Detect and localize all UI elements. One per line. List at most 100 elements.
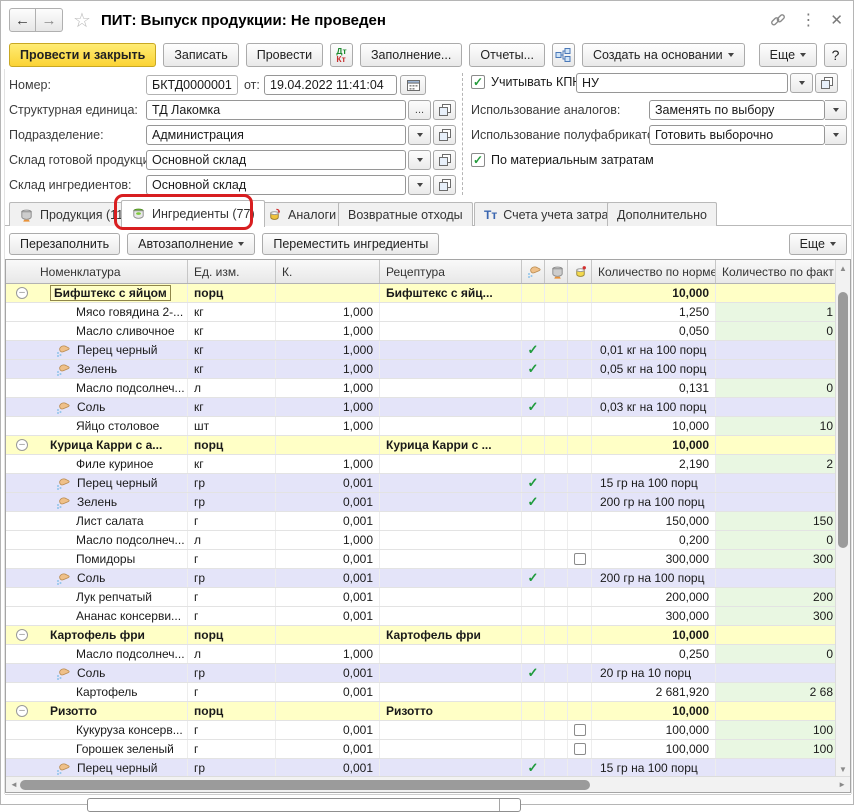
norm-qty-cell[interactable]: 300,000 [592, 607, 716, 625]
fact-qty-cell[interactable] [716, 569, 836, 587]
recipe-cell[interactable] [380, 607, 522, 625]
nomenclature-cell[interactable]: Масло сливочное [6, 322, 188, 340]
scroll-down-icon[interactable]: ▼ [839, 765, 847, 774]
ingredient-flag-cell[interactable] [568, 417, 592, 435]
norm-qty-cell[interactable]: 10,000 [592, 284, 716, 302]
norm-qty-cell[interactable]: 10,000 [592, 702, 716, 720]
ingredient-flag-cell[interactable] [568, 683, 592, 701]
ingredient-flag-cell[interactable] [568, 398, 592, 416]
ingredient-row[interactable]: Зеленьгр0,001✓200 гр на 100 порц [6, 493, 836, 512]
recipe-cell[interactable] [380, 664, 522, 682]
ingredient-row[interactable]: Мясо говядина 2-...кг1,0001,2501 [6, 303, 836, 322]
fact-qty-cell[interactable] [716, 284, 836, 302]
unit-cell[interactable]: г [188, 588, 276, 606]
unit-cell[interactable]: л [188, 379, 276, 397]
recipe-cell[interactable] [380, 398, 522, 416]
norm-qty-cell[interactable]: 0,03 кг на 100 порц [592, 398, 716, 416]
nomenclature-cell[interactable]: Масло подсолнеч... [6, 531, 188, 549]
spice-flag-cell[interactable] [522, 284, 545, 302]
recipe-cell[interactable] [380, 569, 522, 587]
spice-flag-cell[interactable] [522, 683, 545, 701]
nomenclature-cell[interactable]: Перец черный [6, 341, 188, 359]
recipe-cell[interactable] [380, 303, 522, 321]
unit-cell[interactable]: гр [188, 664, 276, 682]
number-field[interactable]: БКТД0000001 [146, 75, 238, 95]
fact-qty-cell[interactable]: 150 [716, 512, 836, 530]
k-cell[interactable]: 0,001 [276, 569, 380, 587]
spice-flag-cell[interactable]: ✓ [522, 759, 545, 777]
norm-qty-cell[interactable]: 300,000 [592, 550, 716, 568]
nomenclature-cell[interactable]: Картофель [6, 683, 188, 701]
collapse-icon[interactable]: – [16, 439, 28, 451]
recipe-cell[interactable] [380, 683, 522, 701]
unit-cell[interactable]: гр [188, 569, 276, 587]
fact-qty-cell[interactable]: 0 [716, 645, 836, 663]
cook-flag-cell[interactable] [545, 512, 568, 530]
unit-cell[interactable]: кг [188, 398, 276, 416]
unit-cell[interactable]: порц [188, 702, 276, 720]
unit-cell[interactable]: кг [188, 360, 276, 378]
fact-qty-cell[interactable]: 0 [716, 531, 836, 549]
ingredient-row[interactable]: Масло сливочноекг1,0000,0500 [6, 322, 836, 341]
recipe-cell[interactable] [380, 550, 522, 568]
recipe-cell[interactable] [380, 493, 522, 511]
norm-qty-cell[interactable]: 200 гр на 100 порц [592, 569, 716, 587]
semifinished-dropdown-button[interactable] [825, 125, 847, 145]
spice-flag-cell[interactable] [522, 740, 545, 758]
hand-sprinkle-icon[interactable] [522, 260, 545, 283]
spice-flag-cell[interactable] [522, 322, 545, 340]
ingredient-row[interactable]: Масло подсолнеч...л1,0000,2000 [6, 531, 836, 550]
ingredient-row[interactable]: Лук репчатыйг0,001200,000200 [6, 588, 836, 607]
ingredient-row[interactable]: Лист салатаг0,001150,000150 [6, 512, 836, 531]
cook-flag-cell[interactable] [545, 626, 568, 644]
pot-icon[interactable] [545, 260, 568, 283]
forward-button[interactable]: → [36, 8, 63, 32]
fact-qty-cell[interactable]: 2 68 [716, 683, 836, 701]
ingredient-flag-cell[interactable] [568, 645, 592, 663]
column-fact-quantity[interactable]: Количество по факт [716, 260, 836, 283]
norm-qty-cell[interactable]: 10,000 [592, 626, 716, 644]
fill-button[interactable]: Заполнение... [360, 43, 462, 67]
ingredient-flag-cell[interactable] [568, 721, 592, 739]
recipe-cell[interactable] [380, 341, 522, 359]
recipe-cell[interactable] [380, 417, 522, 435]
refill-button[interactable]: Перезаполнить [9, 233, 120, 255]
unit-cell[interactable]: л [188, 645, 276, 663]
fact-qty-cell[interactable]: 300 [716, 607, 836, 625]
fact-qty-cell[interactable]: 2 [716, 455, 836, 473]
fact-qty-cell[interactable] [716, 398, 836, 416]
nomenclature-cell[interactable]: Перец черный [6, 759, 188, 777]
spice-flag-cell[interactable] [522, 721, 545, 739]
fact-qty-cell[interactable]: 100 [716, 740, 836, 758]
cook-flag-cell[interactable] [545, 493, 568, 511]
unit-cell[interactable]: г [188, 683, 276, 701]
material-costs-checkbox[interactable]: ✓ [471, 153, 485, 167]
unit-cell[interactable]: гр [188, 493, 276, 511]
jar-icon[interactable] [568, 260, 592, 283]
collapse-icon[interactable]: – [16, 287, 28, 299]
ingredient-row[interactable]: Сольгр0,001✓20 гр на 10 порц [6, 664, 836, 683]
close-icon[interactable]: ✕ [830, 11, 843, 29]
fact-qty-cell[interactable]: 1 [716, 303, 836, 321]
ingredient-flag-cell[interactable] [568, 474, 592, 492]
recipe-cell[interactable]: Ризотто [380, 702, 522, 720]
k-cell[interactable]: 0,001 [276, 588, 380, 606]
ingredient-flag-cell[interactable] [568, 379, 592, 397]
nomenclature-cell[interactable]: Филе куриное [6, 455, 188, 473]
open-button[interactable] [433, 175, 456, 195]
ingredient-row[interactable]: Горошек зеленыйг0,001100,000100 [6, 740, 836, 759]
ingredient-flag-cell[interactable] [568, 455, 592, 473]
spice-flag-cell[interactable] [522, 588, 545, 606]
recipe-cell[interactable] [380, 322, 522, 340]
k-cell[interactable]: 1,000 [276, 322, 380, 340]
nomenclature-cell[interactable]: Зелень [6, 493, 188, 511]
norm-qty-cell[interactable]: 15 гр на 100 порц [592, 474, 716, 492]
k-cell[interactable] [276, 436, 380, 454]
nomenclature-cell[interactable]: Горошек зеленый [6, 740, 188, 758]
fact-qty-cell[interactable] [716, 702, 836, 720]
spice-flag-cell[interactable]: ✓ [522, 474, 545, 492]
horizontal-scroll-thumb[interactable] [20, 780, 590, 790]
nomenclature-cell[interactable]: Яйцо столовое [6, 417, 188, 435]
group-row[interactable]: –Бифштекс с яйцомпорцБифштекс с яйц...10… [6, 284, 836, 303]
norm-qty-cell[interactable]: 2,190 [592, 455, 716, 473]
